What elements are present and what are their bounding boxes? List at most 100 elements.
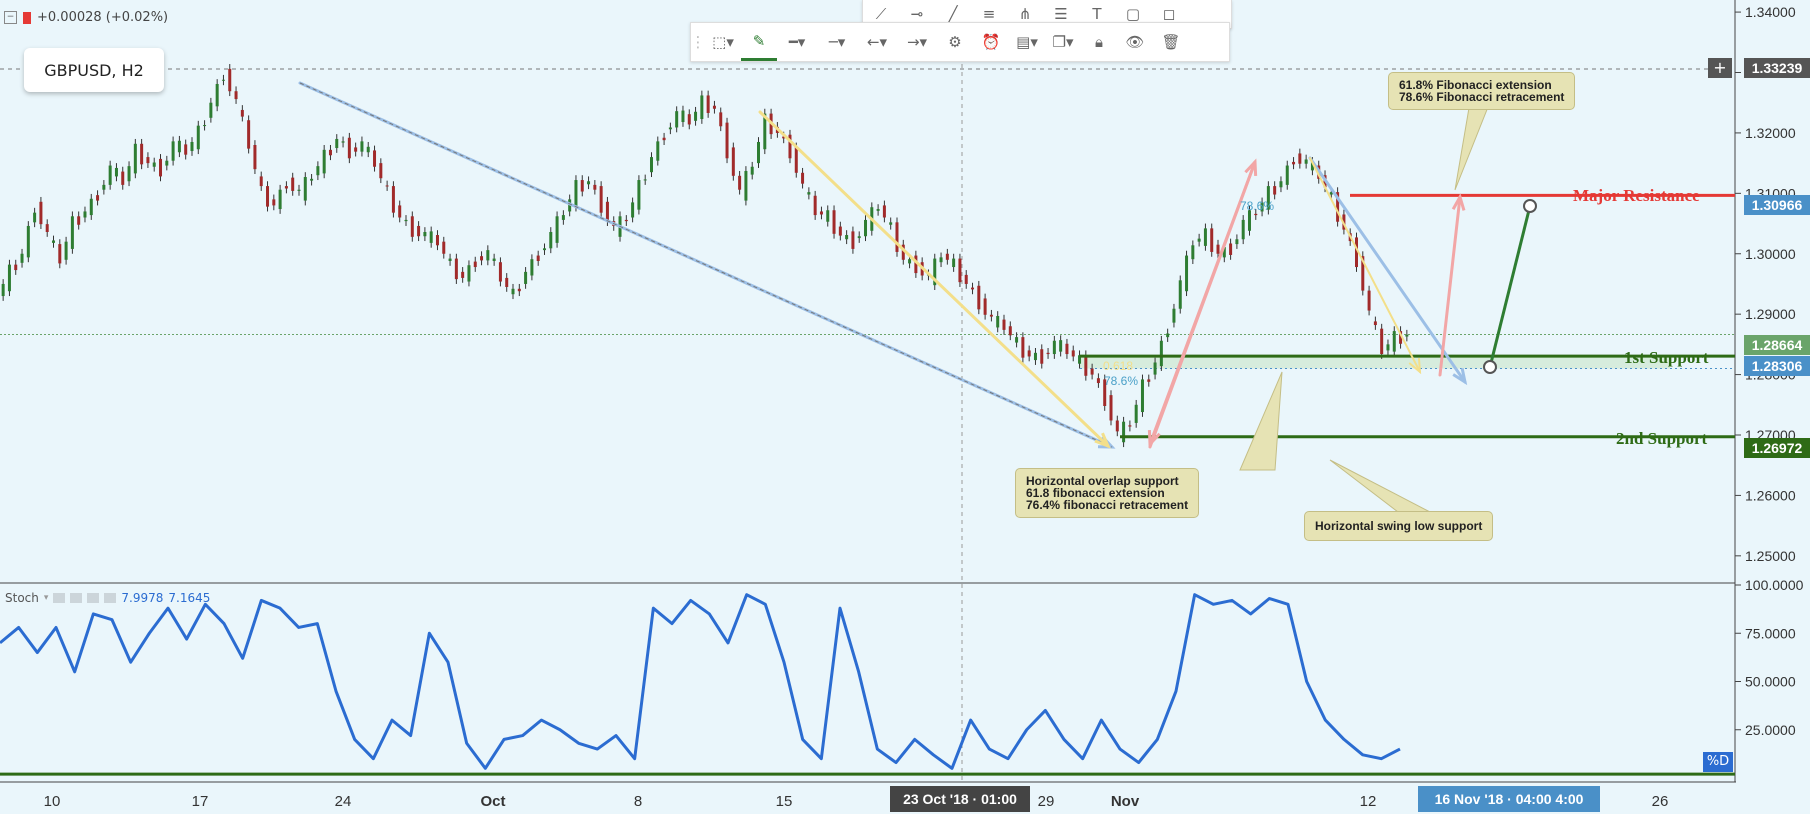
candle-body xyxy=(96,195,100,201)
candle-body xyxy=(542,248,546,251)
candle-body xyxy=(1285,165,1289,185)
candle-body xyxy=(517,288,521,292)
crosshair-plus-icon[interactable]: + xyxy=(1708,58,1732,78)
candle-body xyxy=(404,219,408,222)
symbol-text: GBPUSD, H2 xyxy=(44,60,144,80)
candle-body xyxy=(1115,420,1119,432)
x-tick-label: 15 xyxy=(776,793,793,810)
candle-body xyxy=(536,255,540,261)
candle-body xyxy=(1178,280,1182,309)
line-style-icon[interactable]: ━▾ xyxy=(777,23,817,61)
eye-icon[interactable]: 👁︎ xyxy=(1117,23,1153,61)
candle-body xyxy=(1096,378,1100,384)
right-arrow-icon[interactable]: →▾ xyxy=(897,23,937,61)
stoch-add-icon[interactable] xyxy=(87,593,100,603)
candle-body xyxy=(624,219,628,222)
lock-icon[interactable]: 🔒︎ xyxy=(1081,23,1117,61)
candle-body xyxy=(675,111,679,128)
y-tick-label: 1.29000 xyxy=(1745,306,1796,322)
x-tick-label: 8 xyxy=(634,793,642,810)
candle-body xyxy=(1065,343,1069,355)
drag-handle-icon[interactable]: ⋮ xyxy=(691,23,706,61)
candle-body xyxy=(1197,238,1201,242)
chart-stage[interactable]: 1.340001.330001.320001.310001.300001.290… xyxy=(0,0,1810,814)
alert-icon[interactable]: ⏰ xyxy=(973,23,1009,61)
symbol-label-box[interactable]: GBPUSD, H2 xyxy=(24,48,164,92)
candle-body xyxy=(335,138,339,149)
layers-icon[interactable]: ▤▾ xyxy=(1009,23,1045,61)
candle-body xyxy=(234,91,238,100)
candle-body xyxy=(511,288,515,295)
settings-icon[interactable]: ⚙ xyxy=(937,23,973,61)
y-tick-label: 1.30000 xyxy=(1745,246,1796,262)
candle-body xyxy=(719,112,723,127)
chart-svg[interactable]: 1.340001.330001.320001.310001.300001.290… xyxy=(0,0,1810,814)
candle-body xyxy=(857,236,861,239)
candle-body xyxy=(599,186,603,213)
annotation-swing-low[interactable]: Horizontal swing low support xyxy=(1304,511,1494,541)
candle-body xyxy=(700,95,704,120)
candle-body xyxy=(801,172,805,184)
candle-body xyxy=(631,202,635,218)
candle-body xyxy=(1021,337,1025,358)
candle-body xyxy=(958,258,962,283)
candle-body xyxy=(278,189,282,210)
candle-body xyxy=(45,224,49,232)
candle-body xyxy=(561,215,565,220)
candle-body xyxy=(750,166,754,175)
candle-body xyxy=(656,141,660,161)
candle-body xyxy=(574,180,578,207)
candle-body xyxy=(731,147,735,176)
candle-body xyxy=(1229,243,1233,255)
line-width-icon[interactable]: ─▾ xyxy=(817,23,857,61)
candle-body xyxy=(209,102,213,118)
left-arrow-icon[interactable]: ←▾ xyxy=(857,23,897,61)
select-rect-icon[interactable]: ⬚▾ xyxy=(705,23,741,61)
candle-body xyxy=(7,264,11,292)
candle-body xyxy=(1084,355,1088,376)
stoch-dropdown-icon[interactable]: ▾ xyxy=(44,593,49,603)
stoch-close-icon[interactable] xyxy=(104,593,117,603)
candle-body xyxy=(1298,153,1302,164)
support-zone xyxy=(1080,356,1670,369)
fib-mark-label: 0.618 xyxy=(1103,359,1133,373)
stoch-k-value: 7.9978 xyxy=(121,591,164,605)
candle-body xyxy=(889,222,893,225)
x-tick-label: 29 xyxy=(1038,793,1055,810)
candle-body xyxy=(687,114,691,125)
trash-icon[interactable]: 🗑︎ xyxy=(1153,23,1189,61)
candle-body xyxy=(593,184,597,190)
candle-body xyxy=(379,163,383,179)
clone-icon[interactable]: ❐▾ xyxy=(1045,23,1081,61)
candle-body xyxy=(1191,245,1195,260)
stoch-d-value: 7.1645 xyxy=(168,591,211,605)
candle-body xyxy=(939,257,943,263)
candle-body xyxy=(1185,255,1189,292)
candle-body xyxy=(291,177,295,191)
candle-body xyxy=(417,225,421,237)
candle-body xyxy=(1090,368,1094,375)
collapse-icon[interactable]: − xyxy=(4,11,17,24)
candle-body xyxy=(360,141,364,152)
candle-body xyxy=(297,189,301,191)
annotation-resistance[interactable]: 61.8% Fibonacci extension 78.6% Fibonacc… xyxy=(1388,72,1576,110)
candle-body xyxy=(467,265,471,282)
annotation-overlap-support[interactable]: Horizontal overlap support 61.8 fibonacc… xyxy=(1015,468,1200,518)
candle-body xyxy=(448,258,452,261)
flag-icon[interactable] xyxy=(23,11,31,24)
stoch-title: Stoch xyxy=(5,591,39,605)
candle-body xyxy=(14,264,18,271)
pencil-icon[interactable]: ✎ xyxy=(741,23,777,61)
price-label-2nd-support: 1.26972 xyxy=(1744,438,1810,458)
candle-body xyxy=(121,171,125,185)
candle-body xyxy=(177,140,181,153)
stoch-settings-icon[interactable] xyxy=(53,593,66,603)
candle-body xyxy=(1147,379,1151,382)
x-tick-label: 10 xyxy=(44,793,61,810)
candle-body xyxy=(1002,319,1006,330)
stoch-visibility-icon[interactable] xyxy=(70,593,83,603)
candle-body xyxy=(694,111,698,121)
x-tick-label: Nov xyxy=(1111,793,1140,810)
cursor-time-label: 16 Nov '18 · 04:00 4:00 xyxy=(1418,786,1600,812)
candle-body xyxy=(1254,213,1258,216)
